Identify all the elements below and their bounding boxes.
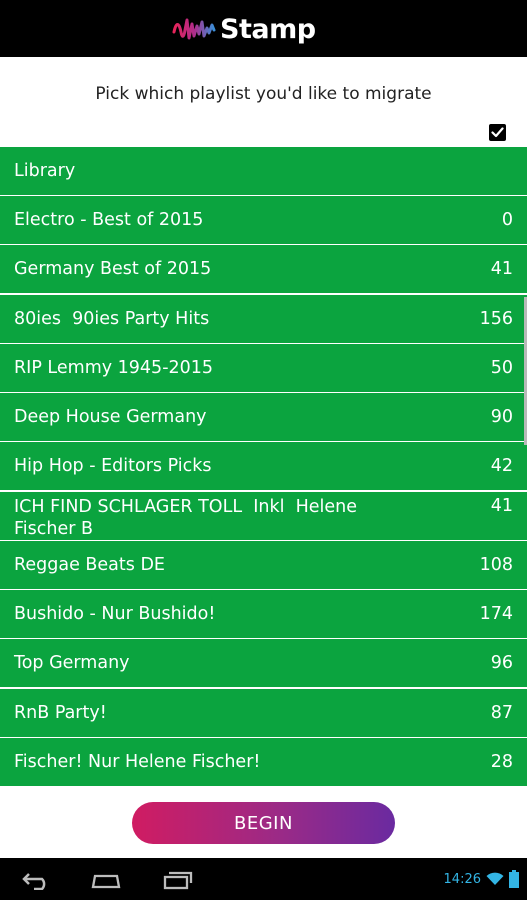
playlist-count: 41 — [490, 259, 513, 279]
system-nav-bar: 14:26 — [0, 858, 527, 900]
begin-button[interactable]: BEGIN — [132, 802, 395, 844]
playlist-name: Electro - Best of 2015 — [14, 210, 204, 230]
recent-apps-icon[interactable] — [162, 868, 194, 890]
playlist-name: Reggae Beats DE — [14, 555, 165, 575]
playlist-name: 80ies 90ies Party Hits — [14, 309, 210, 329]
battery-icon — [509, 870, 519, 888]
app-name: Stamp — [220, 13, 316, 45]
sound-wave-icon — [172, 18, 216, 40]
playlist-row-reggae[interactable]: Reggae Beats DE 108 — [0, 541, 527, 589]
playlist-row-top-germany[interactable]: Top Germany 96 — [0, 639, 527, 687]
back-icon[interactable] — [20, 868, 52, 890]
playlist-row-schlager[interactable]: ICH FIND SCHLAGER TOLL Inkl Helene Fisch… — [0, 492, 527, 540]
playlist-row-library[interactable]: Library — [0, 147, 527, 195]
playlist-name: Top Germany — [14, 653, 130, 673]
playlist-count: 41 — [490, 496, 513, 516]
playlist-row-germany-best[interactable]: Germany Best of 2015 41 — [0, 245, 527, 293]
clock: 14:26 — [443, 871, 481, 887]
playlist-row-rip-lemmy[interactable]: RIP Lemmy 1945-2015 50 — [0, 344, 527, 392]
playlist-name: RIP Lemmy 1945-2015 — [14, 358, 214, 378]
page-prompt: Pick which playlist you'd like to migrat… — [95, 84, 432, 104]
playlist-count: 108 — [479, 555, 513, 575]
playlist-count: 156 — [479, 309, 513, 329]
wifi-icon — [486, 872, 504, 885]
app-logo: Stamp — [172, 12, 316, 46]
playlist-count: 50 — [490, 358, 513, 378]
playlist-count: 28 — [490, 752, 513, 772]
playlist-row-hip-hop[interactable]: Hip Hop - Editors Picks 42 — [0, 442, 527, 490]
playlist-row-fischer[interactable]: Fischer! Nur Helene Fischer! 28 — [0, 738, 527, 786]
playlist-count: 174 — [479, 604, 513, 624]
playlist-name: ICH FIND SCHLAGER TOLL Inkl Helene Fisch… — [14, 497, 363, 539]
checkmark-icon — [491, 127, 504, 138]
playlist-row-rnb-party[interactable]: RnB Party! 87 — [0, 689, 527, 737]
playlist-name: Fischer! Nur Helene Fischer! — [14, 752, 261, 772]
home-icon[interactable] — [90, 868, 122, 890]
playlist-name: Library — [14, 161, 76, 181]
playlist-row-deep-house[interactable]: Deep House Germany 90 — [0, 393, 527, 441]
playlist-count: 87 — [490, 703, 513, 723]
playlist-count: 0 — [501, 210, 513, 230]
playlist-name: Hip Hop - Editors Picks — [14, 456, 212, 476]
playlist-count: 96 — [490, 653, 513, 673]
select-all-checkbox[interactable] — [489, 124, 506, 141]
playlist-name: Germany Best of 2015 — [14, 259, 212, 279]
playlist-name: Deep House Germany — [14, 407, 207, 427]
playlist-row-80ies-90ies[interactable]: 80ies 90ies Party Hits 156 — [0, 295, 527, 343]
status-area: 14:26 — [444, 858, 519, 900]
playlist-name: Bushido - Nur Bushido! — [14, 604, 216, 624]
playlist-count: 90 — [490, 407, 513, 427]
playlist-list[interactable]: Library Electro - Best of 2015 0 Germany… — [0, 147, 527, 789]
playlist-row-electro[interactable]: Electro - Best of 2015 0 — [0, 196, 527, 244]
app-header: Stamp — [0, 0, 527, 57]
playlist-row-bushido[interactable]: Bushido - Nur Bushido! 174 — [0, 590, 527, 638]
playlist-name: RnB Party! — [14, 703, 107, 723]
playlist-count: 42 — [490, 456, 513, 476]
